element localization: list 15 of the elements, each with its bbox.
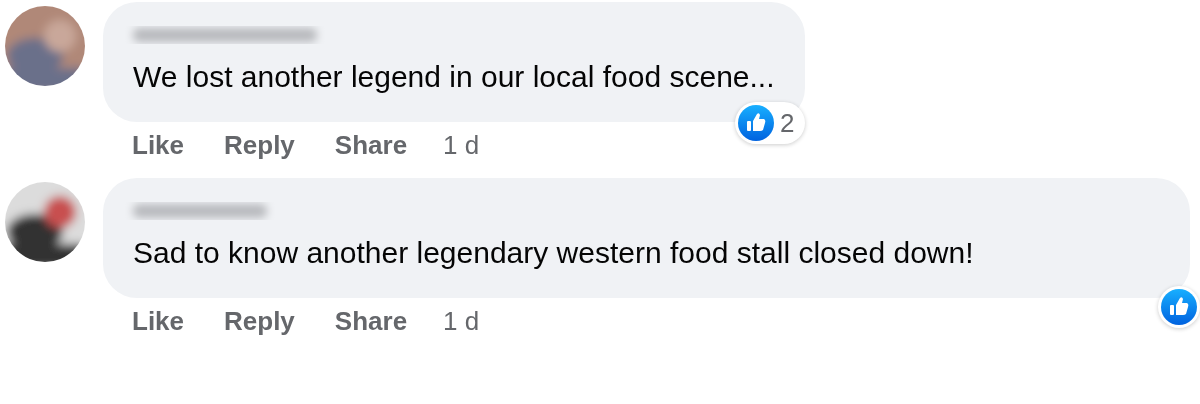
thumbs-up-icon bbox=[1161, 289, 1197, 325]
comment-action-link[interactable]: Share bbox=[334, 305, 408, 337]
reaction-badge[interactable]: 2 bbox=[735, 102, 805, 144]
timestamp: 1 d bbox=[443, 305, 480, 337]
thumbs-up-icon bbox=[738, 105, 775, 141]
comment-action-link[interactable]: Like bbox=[132, 129, 185, 161]
reaction-badge[interactable] bbox=[1158, 286, 1200, 328]
comment-action-link[interactable]: Like bbox=[132, 305, 185, 337]
comment-text: Sad to know another legendary western food stall closed down! bbox=[133, 235, 975, 271]
timestamp: 1 d bbox=[443, 129, 480, 161]
comment-action-link[interactable]: Reply bbox=[224, 305, 295, 337]
comment-action-link[interactable]: Reply bbox=[224, 129, 295, 161]
comment-text: We lost another legend in our local food scene... bbox=[133, 59, 775, 95]
reaction-count: 2 bbox=[780, 107, 795, 139]
comment-action-link[interactable]: Share bbox=[334, 129, 408, 161]
